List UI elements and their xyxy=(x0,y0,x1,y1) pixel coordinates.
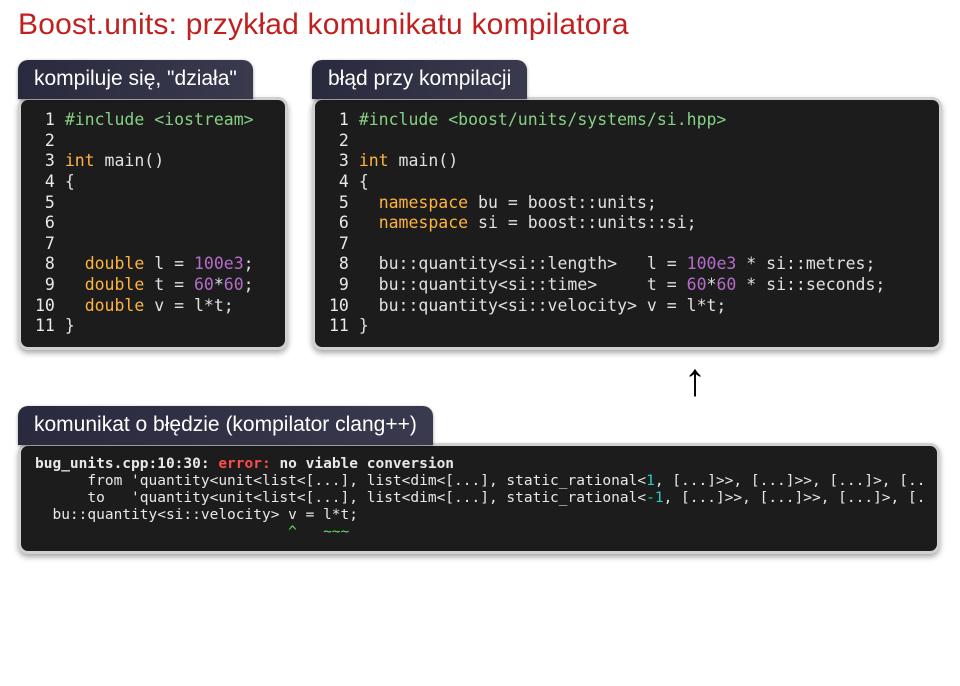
right-block-header: błąd przy kompilacji xyxy=(312,60,527,99)
left-code: 1 #include <iostream> 2 3 int main() 4 {… xyxy=(35,110,271,337)
page-title: Boost.units: przykład komunikatu kompila… xyxy=(18,8,942,42)
right-code-box: 1 #include <boost/units/systems/si.hpp> … xyxy=(312,97,942,350)
error-code: bug_units.cpp:10:30: error: no viable co… xyxy=(35,456,923,542)
arrow-icon: ↑ xyxy=(448,356,942,402)
left-block: kompiluje się, "działa" 1 #include <iost… xyxy=(18,60,288,350)
left-code-box: 1 #include <iostream> 2 3 int main() 4 {… xyxy=(18,97,288,350)
right-code: 1 #include <boost/units/systems/si.hpp> … xyxy=(329,110,925,337)
error-block-header: komunikat o błędzie (kompilator clang++) xyxy=(18,406,433,445)
top-row: kompiluje się, "działa" 1 #include <iost… xyxy=(18,60,942,350)
error-block: komunikat o błędzie (kompilator clang++)… xyxy=(18,406,940,555)
right-block: błąd przy kompilacji 1 #include <boost/u… xyxy=(312,60,942,350)
error-code-box: bug_units.cpp:10:30: error: no viable co… xyxy=(18,443,940,555)
left-block-header: kompiluje się, "działa" xyxy=(18,60,253,99)
